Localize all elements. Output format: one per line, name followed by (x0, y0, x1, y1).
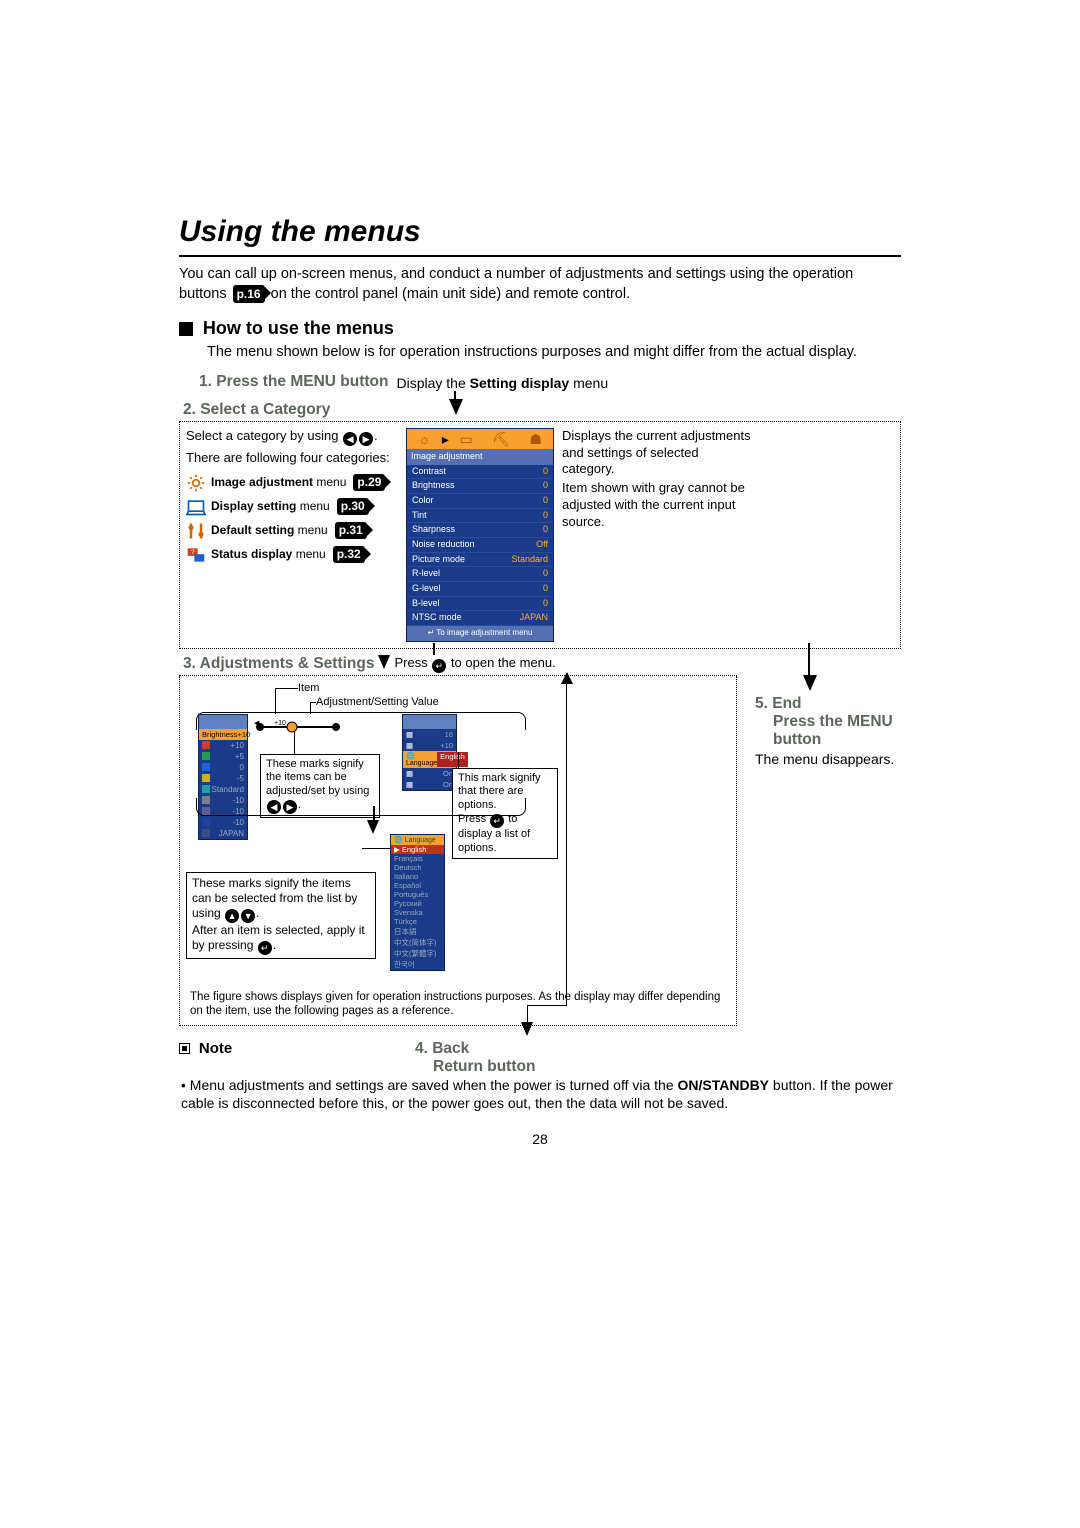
status-tab-icon: ☗ (518, 429, 553, 449)
note-bullet-icon (179, 1043, 190, 1054)
osd-row: Noise reductionOff (407, 538, 553, 553)
step-3-disclaimer: The figure shows displays given for oper… (184, 986, 732, 1023)
note-list-marks: These marks signify the items can be sel… (186, 872, 376, 959)
osd-footer: ↵ To image adjustment menu (407, 626, 553, 640)
page-ref-29: p.29 (353, 474, 385, 492)
arrow-down-icon (428, 643, 435, 655)
cat-image-adjustment: Image adjustment menu p.29 (186, 473, 398, 493)
tools-tab-icon: ⛏ (484, 429, 519, 449)
osd-rows: Contrast0Brightness0Color0Tint0Sharpness… (407, 465, 553, 627)
osd-tabs: ☼ ▸ ▭ ⛏ ☗ (407, 429, 553, 449)
enter-button-icon (258, 941, 272, 955)
panel-row: JAPAN (199, 828, 247, 839)
osd-row: R-level0 (407, 567, 553, 582)
osd-row: Color0 (407, 494, 553, 509)
osd-preview: ☼ ▸ ▭ ⛏ ☗ Image adjustment Contrast0Brig… (406, 428, 554, 642)
step-2-title: 2. Select a Category (183, 401, 330, 418)
note-body: • Menu adjustments and settings are save… (181, 1076, 901, 1114)
category-list: Image adjustment menu p.29 Display setti… (186, 473, 398, 565)
step-5-title: 5. End (755, 695, 915, 713)
svg-text:+10: +10 (274, 720, 286, 727)
slider-graphic: ◀ +10 (254, 720, 342, 736)
up-arrow-icon: ▲ (225, 909, 239, 923)
step-5: 5. End Press the MENU button The menu di… (755, 643, 915, 767)
step-1-sub: Display the Setting display menu (396, 375, 608, 391)
step-1-title: 1. Press the MENU button (199, 373, 388, 391)
panel3-header: 🌐 Language (391, 835, 444, 845)
osd-header: Image adjustment (407, 449, 553, 465)
sun-icon (186, 473, 206, 493)
step-1: 1. Press the MENU button Display the Set… (199, 373, 901, 391)
osd-panel-1: Brightness+10 +10+50-5Standard-10-10-10J… (198, 714, 248, 840)
panel3-selected: ▶ English (391, 845, 444, 854)
square-bullet-icon (179, 322, 193, 336)
note-heading: Note (199, 1040, 232, 1057)
enter-button-icon (490, 814, 504, 828)
right-arrow-icon: ▶ (359, 432, 373, 446)
arrow-up-icon (561, 672, 573, 684)
osd-row: Sharpness0 (407, 523, 553, 538)
howto-heading-row: How to use the menus (179, 318, 901, 339)
osd-row: Brightness0 (407, 479, 553, 494)
step-2-box: Select a category by using ◀▶. There are… (179, 421, 901, 649)
sun-tab-icon: ☼ (407, 429, 442, 449)
step-4-sub: Return button (433, 1058, 535, 1076)
down-arrow-icon: ▼ (241, 909, 255, 923)
page: Using the menus You can call up on-scree… (179, 215, 901, 1147)
osd-row: B-level0 (407, 597, 553, 612)
page-ref-31: p.31 (335, 522, 367, 540)
cat-status-display: ? Status display menu p.32 (186, 545, 398, 565)
step-5-body: The menu disappears. (755, 751, 915, 767)
osd-row: NTSC modeJAPAN (407, 611, 553, 626)
page-ref-30: p.30 (337, 498, 369, 516)
arrow-down-icon (378, 655, 390, 672)
panel-row: -5 (199, 773, 247, 784)
cat-display-setting: Display setting menu p.30 (186, 497, 398, 517)
label-value: Adjustment/Setting Value (316, 696, 439, 708)
panel-header-icon (199, 715, 247, 729)
step-3-title: 3. Adjustments & Settings (183, 655, 374, 673)
osd-panel-3: 🌐 Language ▶ English FrançaisDeutschItal… (390, 834, 445, 971)
panel-row: +5 (199, 751, 247, 762)
howto-body: The menu shown below is for operation in… (207, 343, 901, 363)
osd-row: Tint0 (407, 509, 553, 524)
panel2-selected: 🌐 LanguageEnglish (403, 751, 456, 768)
status-icon: ? (186, 545, 206, 565)
page-ref-16: p.16 (233, 285, 265, 303)
howto-heading: How to use the menus (203, 318, 394, 338)
step-3-press: Press to open the menu. (394, 655, 555, 673)
panel-row: 0 (199, 762, 247, 773)
cat-default-setting: Default setting menu p.31 (186, 521, 398, 541)
left-arrow-icon: ◀ (343, 432, 357, 446)
step-2-left: Select a category by using ◀▶. There are… (186, 428, 398, 642)
monitor-icon (186, 497, 206, 517)
arrow-down-icon (449, 391, 463, 415)
label-item: Item (298, 682, 319, 694)
osd-panel-2: ▦16▦+10 🌐 LanguageEnglish ▦On▦On (402, 714, 457, 791)
step-3-box: Item Adjustment/Setting Value Brightness… (179, 675, 737, 1026)
osd-row: Contrast0 (407, 465, 553, 480)
panel-row: +10 (199, 740, 247, 751)
step-5-sub: Press the MENU button (773, 713, 915, 749)
osd-row: Picture modeStandard (407, 553, 553, 568)
page-ref-32: p.32 (333, 546, 365, 564)
panel-row: Standard (199, 784, 247, 795)
arrow-down-icon (803, 643, 915, 691)
step-2-right: Displays the current adjustments and set… (562, 428, 754, 642)
panel-row: -10 (199, 817, 247, 828)
step-4-title: 4. Back (415, 1040, 535, 1058)
enter-button-icon (432, 659, 446, 673)
panel-header-icon (403, 715, 456, 729)
svg-text:◀: ◀ (254, 720, 260, 727)
svg-text:?: ? (191, 549, 195, 556)
page-number: 28 (179, 1131, 901, 1147)
intro-text-b: on the control panel (main unit side) an… (271, 286, 630, 302)
osd-row: G-level0 (407, 582, 553, 597)
page-title: Using the menus (179, 215, 901, 257)
panel1-selected: Brightness+10 (199, 729, 247, 740)
intro: You can call up on-screen menus, and con… (179, 265, 901, 304)
arrow-down-icon (521, 1022, 533, 1036)
monitor-tab-icon: ▭ (449, 429, 484, 449)
tools-icon (186, 521, 206, 541)
